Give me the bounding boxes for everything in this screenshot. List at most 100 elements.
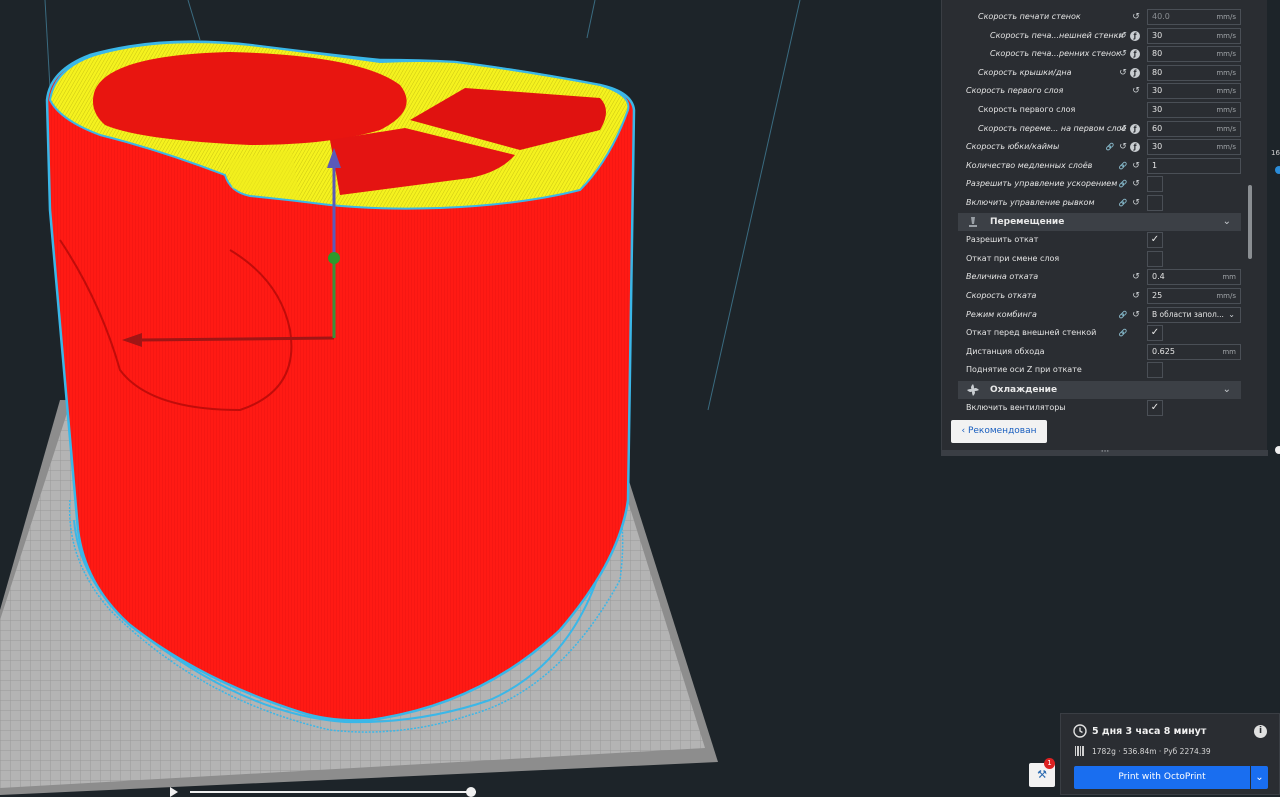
setting-checkbox[interactable]: ✓ — [1147, 232, 1163, 249]
reset-icon[interactable]: ↺ — [1117, 141, 1129, 153]
reset-icon[interactable]: ↺ — [1130, 160, 1142, 172]
setting-label: Поднятие оси Z при откате — [966, 365, 1082, 375]
setting-checkbox[interactable] — [1147, 250, 1163, 267]
setting-unit: mm — [1222, 273, 1236, 282]
layer-slider-bottom-handle[interactable] — [1275, 446, 1280, 454]
reset-icon[interactable]: ↺ — [1117, 67, 1129, 79]
reset-icon[interactable]: ↺ — [1130, 85, 1142, 97]
setting-input[interactable]: 30 mm/s — [1147, 27, 1241, 44]
link-icon[interactable]: 🔗 — [1117, 160, 1129, 172]
reset-icon[interactable]: ↺ — [1130, 271, 1142, 283]
setting-unit: mm — [1222, 347, 1236, 356]
layer-slider-track[interactable] — [190, 791, 476, 793]
setting-label: Откат при смене слоя — [966, 253, 1060, 263]
print-time: 5 дня 3 часа 8 минут — [1092, 726, 1207, 737]
chevron-down-icon: ⌄ — [1222, 383, 1231, 395]
reset-icon[interactable]: ↺ — [1130, 197, 1142, 209]
setting-unit: mm/s — [1216, 13, 1236, 21]
setting-checkbox[interactable] — [1147, 176, 1163, 193]
setting-label: Разрешить управление ускорением — [966, 179, 1118, 189]
setting-label: Скорость отката — [966, 291, 1037, 300]
reset-icon[interactable]: ↺ — [1130, 309, 1142, 321]
calculated-icon[interactable]: ƒ — [1130, 30, 1140, 41]
setting-input[interactable]: 0.4 mm — [1147, 269, 1241, 286]
reset-icon[interactable]: ↺ — [1117, 48, 1129, 60]
link-icon[interactable]: 🔗 — [1104, 141, 1116, 153]
setting-label: Скорость печа...ренних стенок — [990, 49, 1121, 59]
setting-checkbox[interactable]: ✓ — [1147, 325, 1163, 342]
setting-input[interactable]: 40.0 mm/s — [1147, 9, 1241, 25]
setting-value: 0.4 — [1152, 272, 1165, 282]
section-header[interactable]: Перемещение ⌄ — [958, 213, 1241, 232]
setting-checkbox[interactable] — [1147, 362, 1163, 379]
setting-label: Скорость первого слоя — [978, 105, 1076, 114]
setting-input[interactable]: 60 mm/s — [1147, 120, 1241, 137]
setting-row: Скорость отката ↺ 25 mm/s — [942, 287, 1242, 305]
reset-icon[interactable]: ↺ — [1130, 178, 1142, 190]
info-icon[interactable]: i — [1254, 725, 1267, 738]
calculated-icon[interactable]: ƒ — [1130, 67, 1140, 78]
setting-unit: mm/s — [1216, 106, 1236, 114]
setting-label: Режим комбинга — [966, 309, 1037, 319]
setting-label: Включить вентиляторы — [966, 402, 1066, 412]
setting-checkbox[interactable] — [1147, 195, 1163, 211]
section-title: Охлаждение — [990, 384, 1058, 395]
setting-row: Режим комбинга 🔗 ↺ В области запол... ⌄ — [942, 306, 1242, 324]
setting-input[interactable]: 1 — [1147, 157, 1241, 174]
link-icon[interactable]: 🔗 — [1117, 178, 1129, 190]
print-with-octoprint-button[interactable]: Print with OctoPrint — [1074, 766, 1250, 789]
print-options-dropdown[interactable]: ⌄ — [1251, 766, 1268, 789]
setting-input[interactable]: 30 mm/s — [1147, 102, 1241, 118]
setting-value: 80 — [1152, 49, 1163, 59]
calculated-icon[interactable]: ƒ — [1130, 142, 1140, 153]
setting-input[interactable]: 0.625 mm — [1147, 343, 1241, 360]
layer-slider-top-handle[interactable] — [1275, 166, 1280, 174]
setting-row: Скорость первого слоя 30 mm/s — [942, 101, 1242, 119]
setting-unit: mm/s — [1216, 31, 1236, 40]
panel-resize-handle[interactable]: ··· — [942, 448, 1268, 457]
link-icon[interactable]: 🔗 — [1117, 327, 1129, 339]
setting-row: Величина отката ↺ 0.4 mm — [942, 268, 1242, 286]
setting-row: Разрешить откат ✓ — [942, 231, 1242, 249]
setting-row: Откат перед внешней стенкой 🔗 ✓ — [942, 324, 1242, 342]
setting-input[interactable]: 80 mm/s — [1147, 46, 1241, 63]
hammer-wrench-icon: ⚒ — [1037, 768, 1047, 781]
setting-selected-value: В области запол... — [1152, 309, 1224, 319]
print-summary-panel: 5 дня 3 часа 8 минут 1782g · 536.84m · Р… — [1060, 713, 1280, 795]
recommended-button[interactable]: ‹ Рекомендован — [951, 420, 1047, 443]
setting-label: Скорость печати стенок — [978, 12, 1081, 21]
reset-icon[interactable]: ↺ — [1117, 30, 1129, 42]
calculated-icon[interactable]: ƒ — [1130, 49, 1140, 60]
setting-input[interactable]: 80 mm/s — [1147, 64, 1241, 81]
setting-value: 30 — [1152, 142, 1163, 152]
reset-icon[interactable]: ↺ — [1130, 290, 1142, 302]
settings-scrollbar[interactable] — [1248, 185, 1252, 259]
link-icon[interactable]: 🔗 — [1117, 309, 1129, 321]
setting-row: Включить вентиляторы ✓ — [942, 399, 1242, 417]
setting-label: Дистанция обхода — [966, 346, 1045, 356]
setting-input[interactable]: 25 mm/s — [1147, 288, 1241, 304]
section-header[interactable]: Охлаждение ⌄ — [958, 380, 1241, 399]
setting-input[interactable]: 30 mm/s — [1147, 139, 1241, 156]
reset-icon[interactable]: ↺ — [1117, 123, 1129, 135]
setting-row: Откат при смене слоя — [942, 250, 1242, 268]
link-icon[interactable]: 🔗 — [1117, 197, 1129, 209]
setting-row: Включить управление рывком 🔗 ↺ — [942, 194, 1242, 212]
filament-icon — [1075, 746, 1084, 756]
recommended-button-label: Рекомендован — [967, 426, 1037, 436]
setting-input[interactable]: 30 mm/s — [1147, 83, 1241, 100]
setting-row: Дистанция обхода 0.625 mm — [942, 343, 1242, 361]
setting-label: Величина отката — [966, 272, 1039, 282]
layer-play-icon[interactable] — [170, 787, 178, 797]
calculated-icon[interactable]: ƒ — [1130, 123, 1140, 134]
reset-icon[interactable]: ↺ — [1130, 11, 1142, 23]
setting-checkbox[interactable]: ✓ — [1147, 399, 1163, 416]
setting-unit: mm/s — [1216, 143, 1236, 152]
layer-slider-handle[interactable] — [466, 787, 476, 797]
setting-select[interactable]: В области запол... ⌄ — [1147, 306, 1241, 323]
print-settings-panel: Скорость печати стенок ↺ 40.0 mm/s Скорость … — [941, 0, 1268, 457]
setting-label: Включить управление рывком — [966, 198, 1095, 207]
setting-row: Скорость печа...ренних стенок ↺ ƒ 80 mm/s — [942, 45, 1242, 63]
setting-value: 40.0 — [1152, 12, 1170, 21]
setting-row: Скорость крышки/дна ↺ ƒ 80 mm/s — [942, 64, 1242, 82]
